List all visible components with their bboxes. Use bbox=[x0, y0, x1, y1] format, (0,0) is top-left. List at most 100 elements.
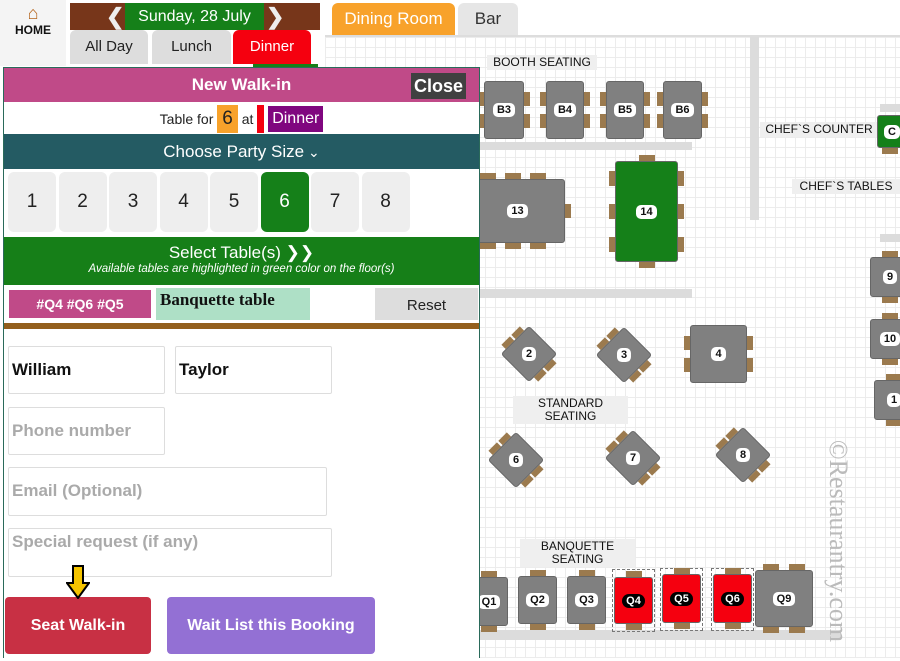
party-size-5[interactable]: 5 bbox=[210, 172, 258, 232]
table-13[interactable]: 13 bbox=[470, 179, 565, 243]
table-2[interactable]: 2 bbox=[500, 325, 558, 383]
table-b3[interactable]: B3 bbox=[484, 81, 524, 139]
chair bbox=[673, 623, 690, 629]
party-size-7[interactable]: 7 bbox=[311, 172, 359, 232]
table-q4[interactable]: Q4 bbox=[614, 577, 653, 624]
party-size-4[interactable]: 4 bbox=[159, 172, 208, 232]
chair bbox=[524, 114, 530, 128]
table-number: C bbox=[884, 124, 900, 139]
seat-walk-in-button[interactable]: Seat Walk-in bbox=[5, 597, 151, 654]
wait-list-button[interactable]: Wait List this Booking bbox=[167, 597, 375, 654]
party-size-2[interactable]: 2 bbox=[58, 172, 107, 232]
party-size-3[interactable]: 3 bbox=[109, 172, 157, 232]
table-10[interactable]: 10 bbox=[870, 319, 900, 359]
meal-badge: Dinner bbox=[268, 106, 324, 133]
close-button[interactable]: Close bbox=[410, 73, 466, 99]
booking-summary: Table for 6 at Dinner bbox=[4, 102, 479, 134]
special-request-textarea[interactable]: Special request (if any) bbox=[8, 528, 332, 577]
table-q5[interactable]: Q5 bbox=[662, 574, 701, 623]
table-6[interactable]: 6 bbox=[487, 431, 545, 489]
select-tables-section: Select Table(s) ❯❯ Available tables are … bbox=[4, 237, 479, 285]
tab-all-day[interactable]: All Day bbox=[70, 30, 148, 64]
floor-label-standard: STANDARD SEATING bbox=[513, 396, 628, 424]
first-name-input[interactable]: William bbox=[8, 346, 165, 394]
table-14[interactable]: 14 bbox=[615, 161, 678, 262]
party-size-1[interactable]: 1 bbox=[8, 172, 56, 232]
table-number: 10 bbox=[879, 332, 900, 346]
chair bbox=[882, 297, 898, 303]
chair bbox=[882, 359, 898, 365]
modal-header: New Walk-in Close bbox=[4, 68, 479, 102]
chair bbox=[584, 92, 590, 106]
table-7[interactable]: 7 bbox=[604, 429, 662, 487]
table-q9[interactable]: Q9 bbox=[755, 570, 813, 627]
wall bbox=[880, 234, 900, 242]
chair bbox=[511, 326, 525, 340]
tab-dining-room[interactable]: Dining Room bbox=[332, 3, 455, 35]
reset-button[interactable]: Reset bbox=[375, 288, 478, 320]
table-number: Q3 bbox=[575, 593, 598, 607]
party-size-8[interactable]: 8 bbox=[361, 172, 410, 232]
chair bbox=[584, 114, 590, 128]
table-b6[interactable]: B6 bbox=[663, 81, 702, 139]
table-9[interactable]: 9 bbox=[870, 257, 900, 297]
table-number: 3 bbox=[616, 348, 632, 362]
table-b4[interactable]: B4 bbox=[546, 81, 584, 139]
chair bbox=[596, 337, 610, 351]
wall bbox=[480, 142, 692, 150]
tab-dinner[interactable]: Dinner bbox=[233, 30, 311, 64]
chair bbox=[625, 624, 642, 630]
table-q3[interactable]: Q3 bbox=[567, 576, 606, 624]
table-number: 13 bbox=[507, 204, 528, 218]
tab-bar[interactable]: Bar bbox=[458, 3, 518, 35]
chair bbox=[678, 204, 684, 219]
chair bbox=[480, 243, 496, 249]
table-b5[interactable]: B5 bbox=[606, 81, 644, 139]
tab-lunch[interactable]: Lunch bbox=[152, 30, 231, 64]
last-name-input[interactable]: Taylor bbox=[175, 346, 332, 394]
chair bbox=[724, 623, 741, 629]
chair bbox=[501, 336, 515, 350]
chair bbox=[615, 430, 629, 444]
table-1[interactable]: 1 bbox=[874, 380, 900, 420]
chevron-left-icon[interactable]: ❮ bbox=[106, 3, 124, 30]
floor-label-chefs_counter: CHEF`S COUNTER bbox=[760, 122, 878, 137]
table-8[interactable]: 8 bbox=[714, 426, 772, 484]
party-size-6[interactable]: 6 bbox=[260, 172, 309, 232]
chair bbox=[543, 358, 557, 372]
home-button[interactable]: ⌂ HOME bbox=[0, 0, 66, 66]
chair bbox=[725, 427, 739, 441]
table-q6[interactable]: Q6 bbox=[713, 574, 752, 623]
chair bbox=[605, 440, 619, 454]
chair bbox=[520, 474, 534, 488]
table-number: 4 bbox=[711, 347, 726, 361]
phone-input[interactable]: Phone number bbox=[8, 407, 165, 455]
table-number: Q5 bbox=[670, 591, 693, 606]
table-number: B4 bbox=[553, 103, 577, 117]
chair bbox=[886, 420, 900, 426]
table-q2[interactable]: Q2 bbox=[518, 576, 557, 624]
chair bbox=[644, 114, 650, 128]
chair bbox=[678, 171, 684, 186]
table-3[interactable]: 3 bbox=[595, 326, 653, 384]
table-number: B6 bbox=[671, 103, 694, 117]
arrow-down-icon bbox=[66, 565, 90, 599]
wall bbox=[750, 37, 759, 220]
chair bbox=[715, 437, 729, 451]
choose-party-size-toggle[interactable]: Choose Party Size ⌄ bbox=[4, 134, 479, 169]
table-4[interactable]: 4 bbox=[690, 325, 747, 383]
table-c[interactable]: C bbox=[877, 115, 900, 148]
email-input[interactable]: Email (Optional) bbox=[8, 467, 327, 516]
chair bbox=[747, 469, 761, 483]
chevron-right-icon[interactable]: ❯ bbox=[266, 3, 284, 30]
chair bbox=[882, 148, 898, 154]
chair bbox=[763, 627, 779, 633]
table-number: 2 bbox=[521, 347, 537, 361]
chair bbox=[530, 464, 544, 478]
chair bbox=[578, 624, 595, 630]
time-badge bbox=[257, 105, 265, 134]
table-number: Q1 bbox=[477, 594, 501, 609]
watermark: ©Restaurantry.com bbox=[824, 439, 853, 643]
chair bbox=[638, 262, 655, 268]
chair bbox=[529, 624, 546, 630]
